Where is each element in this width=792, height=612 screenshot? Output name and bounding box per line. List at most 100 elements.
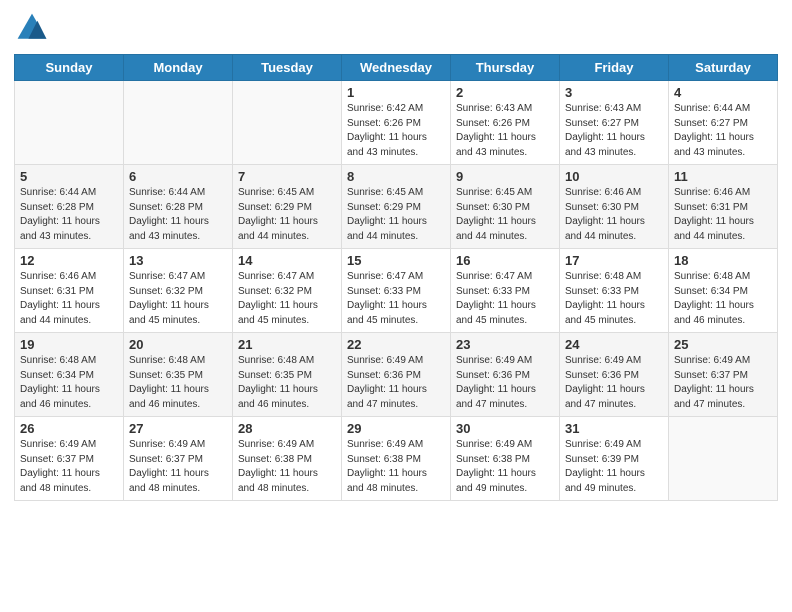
day-info: Sunrise: 6:45 AMSunset: 6:30 PMDaylight:… [456, 186, 554, 244]
day-number: 4 [674, 85, 772, 100]
day-number: 8 [347, 169, 445, 184]
day-info: Sunrise: 6:48 AMSunset: 6:34 PMDaylight:… [674, 270, 772, 328]
day-info: Sunrise: 6:43 AMSunset: 6:27 PMDaylight:… [565, 102, 663, 160]
calendar-cell: 14 Sunrise: 6:47 AMSunset: 6:32 PMDayligh… [233, 249, 342, 333]
day-header-wednesday: Wednesday [342, 55, 451, 81]
day-info: Sunrise: 6:47 AMSunset: 6:32 PMDaylight:… [238, 270, 336, 328]
calendar-cell: 13 Sunrise: 6:47 AMSunset: 6:32 PMDayligh… [124, 249, 233, 333]
day-number: 17 [565, 253, 663, 268]
calendar-cell: 31Sunrise: 6:49 AMSunset: 6:39 PMDayligh… [560, 417, 669, 501]
day-info: Sunrise: 6:45 AMSunset: 6:29 PMDaylight:… [238, 186, 336, 244]
day-header-sunday: Sunday [15, 55, 124, 81]
calendar-cell: 23 Sunrise: 6:49 AMSunset: 6:36 PMDayligh… [451, 333, 560, 417]
day-number: 7 [238, 169, 336, 184]
calendar-cell: 24Sunrise: 6:49 AMSunset: 6:36 PMDayligh… [560, 333, 669, 417]
day-info: Sunrise: 6:49 AMSunset: 6:36 PMDaylight:… [347, 354, 445, 412]
day-header-row: SundayMondayTuesdayWednesdayThursdayFrid… [15, 55, 778, 81]
calendar-cell: 5Sunrise: 6:44 AMSunset: 6:28 PMDaylight… [15, 165, 124, 249]
calendar-cell: 30 Sunrise: 6:49 AMSunset: 6:38 PMDayligh… [451, 417, 560, 501]
day-info: Sunrise: 6:49 AMSunset: 6:38 PMDaylight:… [347, 438, 445, 496]
calendar-cell: 18 Sunrise: 6:48 AMSunset: 6:34 PMDayligh… [669, 249, 778, 333]
calendar-cell [15, 81, 124, 165]
calendar: SundayMondayTuesdayWednesdayThursdayFrid… [14, 54, 778, 501]
day-number: 1 [347, 85, 445, 100]
day-number: 12 [20, 253, 118, 268]
calendar-cell: 17 Sunrise: 6:48 AMSunset: 6:33 PMDayligh… [560, 249, 669, 333]
day-info: Sunrise: 6:44 AMSunset: 6:28 PMDaylight:… [129, 186, 227, 244]
day-number: 13 [129, 253, 227, 268]
day-header-friday: Friday [560, 55, 669, 81]
day-number: 19 [20, 337, 118, 352]
day-info: Sunrise: 6:48 AMSunset: 6:33 PMDaylight:… [565, 270, 663, 328]
calendar-cell: 15 Sunrise: 6:47 AMSunset: 6:33 PMDayligh… [342, 249, 451, 333]
calendar-cell: 26 Sunrise: 6:49 AMSunset: 6:37 PMDayligh… [15, 417, 124, 501]
calendar-cell [233, 81, 342, 165]
day-info: Sunrise: 6:49 AMSunset: 6:37 PMDaylight:… [674, 354, 772, 412]
day-info: Sunrise: 6:44 AMSunset: 6:27 PMDaylight:… [674, 102, 772, 160]
day-number: 6 [129, 169, 227, 184]
calendar-cell: 20Sunrise: 6:48 AMSunset: 6:35 PMDayligh… [124, 333, 233, 417]
calendar-cell: 8 Sunrise: 6:45 AMSunset: 6:29 PMDaylight… [342, 165, 451, 249]
day-info: Sunrise: 6:46 AMSunset: 6:31 PMDaylight:… [20, 270, 118, 328]
calendar-header: SundayMondayTuesdayWednesdayThursdayFrid… [15, 55, 778, 81]
day-number: 23 [456, 337, 554, 352]
day-number: 14 [238, 253, 336, 268]
day-number: 3 [565, 85, 663, 100]
day-info: Sunrise: 6:49 AMSunset: 6:36 PMDaylight:… [456, 354, 554, 412]
day-info: Sunrise: 6:48 AMSunset: 6:34 PMDaylight:… [20, 354, 118, 412]
day-info: Sunrise: 6:49 AMSunset: 6:37 PMDaylight:… [20, 438, 118, 496]
day-info: Sunrise: 6:49 AMSunset: 6:38 PMDaylight:… [456, 438, 554, 496]
day-info: Sunrise: 6:49 AMSunset: 6:39 PMDaylight:… [565, 438, 663, 496]
day-number: 16 [456, 253, 554, 268]
calendar-cell: 21 Sunrise: 6:48 AMSunset: 6:35 PMDayligh… [233, 333, 342, 417]
calendar-cell [124, 81, 233, 165]
day-number: 20 [129, 337, 227, 352]
calendar-cell: 22Sunrise: 6:49 AMSunset: 6:36 PMDayligh… [342, 333, 451, 417]
calendar-cell: 4 Sunrise: 6:44 AMSunset: 6:27 PMDaylight… [669, 81, 778, 165]
day-number: 28 [238, 421, 336, 436]
day-number: 10 [565, 169, 663, 184]
week-row-1: 1 Sunrise: 6:42 AMSunset: 6:26 PMDaylight… [15, 81, 778, 165]
week-row-3: 12 Sunrise: 6:46 AMSunset: 6:31 PMDayligh… [15, 249, 778, 333]
calendar-cell: 12 Sunrise: 6:46 AMSunset: 6:31 PMDayligh… [15, 249, 124, 333]
day-info: Sunrise: 6:42 AMSunset: 6:26 PMDaylight:… [347, 102, 445, 160]
calendar-body: 1 Sunrise: 6:42 AMSunset: 6:26 PMDaylight… [15, 81, 778, 501]
calendar-cell: 27 Sunrise: 6:49 AMSunset: 6:37 PMDayligh… [124, 417, 233, 501]
day-header-tuesday: Tuesday [233, 55, 342, 81]
day-number: 18 [674, 253, 772, 268]
day-info: Sunrise: 6:45 AMSunset: 6:29 PMDaylight:… [347, 186, 445, 244]
calendar-cell: 10 Sunrise: 6:46 AMSunset: 6:30 PMDayligh… [560, 165, 669, 249]
header [14, 10, 778, 46]
day-info: Sunrise: 6:48 AMSunset: 6:35 PMDaylight:… [238, 354, 336, 412]
calendar-cell [669, 417, 778, 501]
day-header-saturday: Saturday [669, 55, 778, 81]
calendar-cell: 28 Sunrise: 6:49 AMSunset: 6:38 PMDayligh… [233, 417, 342, 501]
calendar-cell: 3 Sunrise: 6:43 AMSunset: 6:27 PMDaylight… [560, 81, 669, 165]
calendar-cell: 7 Sunrise: 6:45 AMSunset: 6:29 PMDaylight… [233, 165, 342, 249]
calendar-cell: 9 Sunrise: 6:45 AMSunset: 6:30 PMDaylight… [451, 165, 560, 249]
day-number: 25 [674, 337, 772, 352]
calendar-cell: 19 Sunrise: 6:48 AMSunset: 6:34 PMDayligh… [15, 333, 124, 417]
day-info: Sunrise: 6:47 AMSunset: 6:32 PMDaylight:… [129, 270, 227, 328]
logo [14, 10, 54, 46]
week-row-2: 5Sunrise: 6:44 AMSunset: 6:28 PMDaylight… [15, 165, 778, 249]
day-number: 27 [129, 421, 227, 436]
day-info: Sunrise: 6:46 AMSunset: 6:30 PMDaylight:… [565, 186, 663, 244]
day-number: 21 [238, 337, 336, 352]
day-info: Sunrise: 6:49 AMSunset: 6:37 PMDaylight:… [129, 438, 227, 496]
day-number: 2 [456, 85, 554, 100]
day-number: 24 [565, 337, 663, 352]
day-number: 30 [456, 421, 554, 436]
day-number: 15 [347, 253, 445, 268]
day-info: Sunrise: 6:47 AMSunset: 6:33 PMDaylight:… [347, 270, 445, 328]
calendar-cell: 16Sunrise: 6:47 AMSunset: 6:33 PMDayligh… [451, 249, 560, 333]
calendar-cell: 11Sunrise: 6:46 AMSunset: 6:31 PMDayligh… [669, 165, 778, 249]
day-header-monday: Monday [124, 55, 233, 81]
day-info: Sunrise: 6:46 AMSunset: 6:31 PMDaylight:… [674, 186, 772, 244]
day-info: Sunrise: 6:49 AMSunset: 6:38 PMDaylight:… [238, 438, 336, 496]
day-number: 29 [347, 421, 445, 436]
day-number: 9 [456, 169, 554, 184]
calendar-cell: 29 Sunrise: 6:49 AMSunset: 6:38 PMDayligh… [342, 417, 451, 501]
week-row-4: 19 Sunrise: 6:48 AMSunset: 6:34 PMDayligh… [15, 333, 778, 417]
day-number: 26 [20, 421, 118, 436]
